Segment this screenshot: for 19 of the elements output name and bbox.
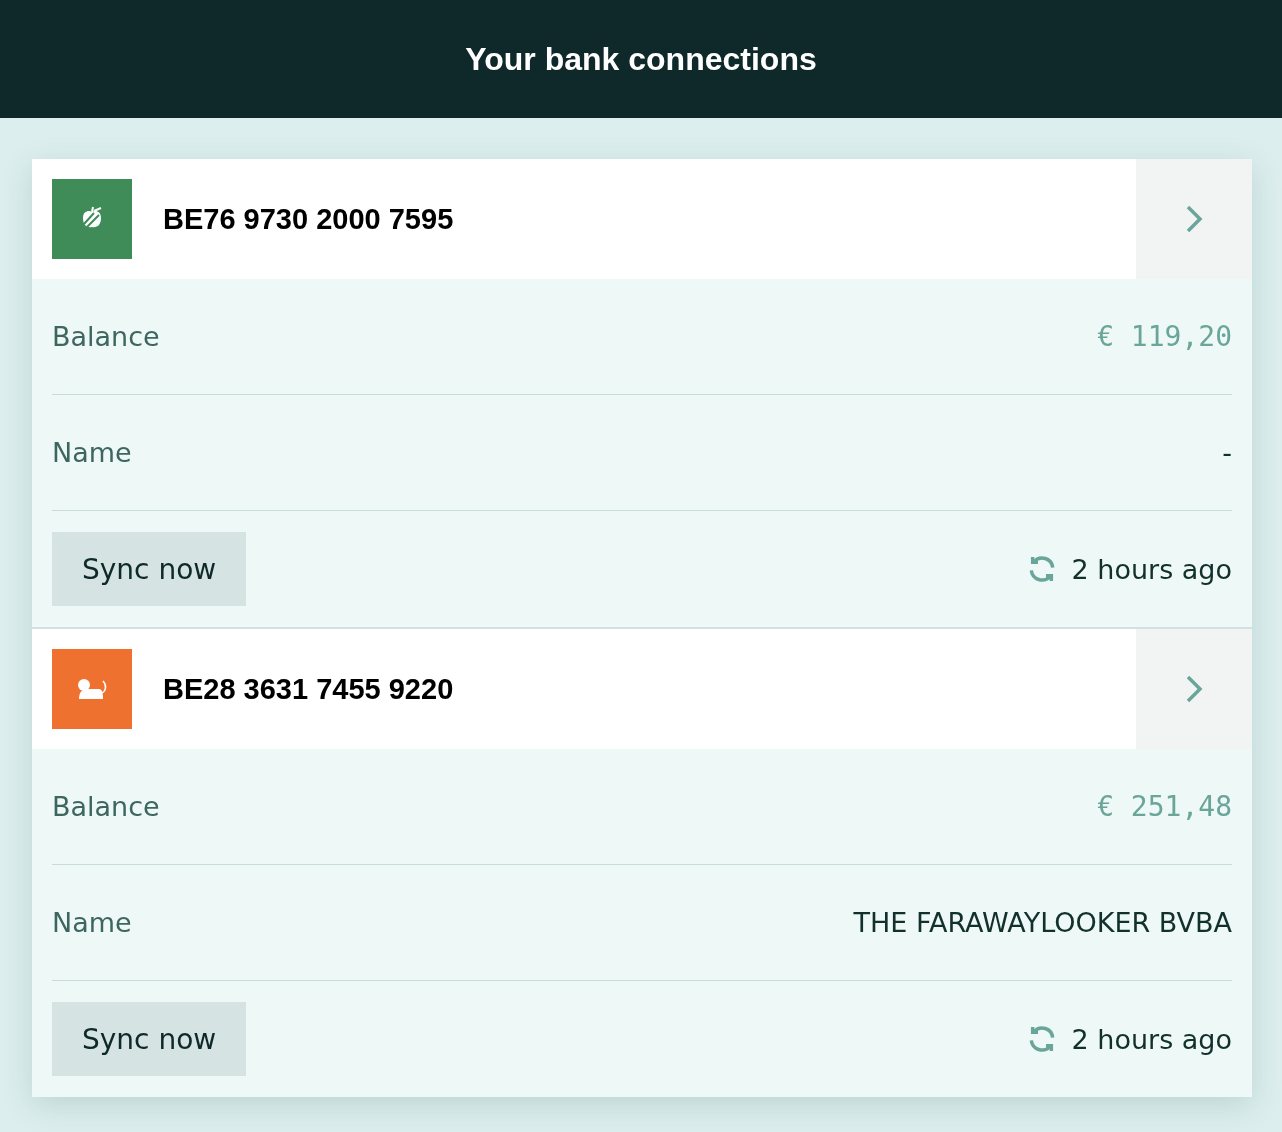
account-iban: BE76 9730 2000 7595	[163, 202, 454, 236]
field-value: -	[1222, 437, 1232, 468]
field-label: Balance	[52, 321, 160, 352]
chevron-right-icon	[1185, 674, 1203, 704]
field-label: Balance	[52, 791, 160, 822]
open-account-button[interactable]	[1136, 629, 1252, 749]
open-account-button[interactable]	[1136, 159, 1252, 279]
balance-value: € 119,20	[1097, 320, 1232, 353]
balance-value: € 251,48	[1097, 790, 1232, 823]
account-iban: BE28 3631 7455 9220	[163, 672, 454, 706]
page-title: Your bank connections	[465, 40, 817, 78]
field-label: Name	[52, 907, 132, 938]
chevron-right-icon	[1185, 204, 1203, 234]
sync-button[interactable]: Sync now	[52, 532, 247, 606]
last-sync-time: 2 hours ago	[1071, 1023, 1232, 1055]
sync-button[interactable]: Sync now	[52, 1002, 247, 1076]
last-sync-time: 2 hours ago	[1071, 553, 1232, 585]
field-label: Name	[52, 437, 132, 468]
field-value: THE FARAWAYLOOKER BVBA	[853, 907, 1232, 938]
